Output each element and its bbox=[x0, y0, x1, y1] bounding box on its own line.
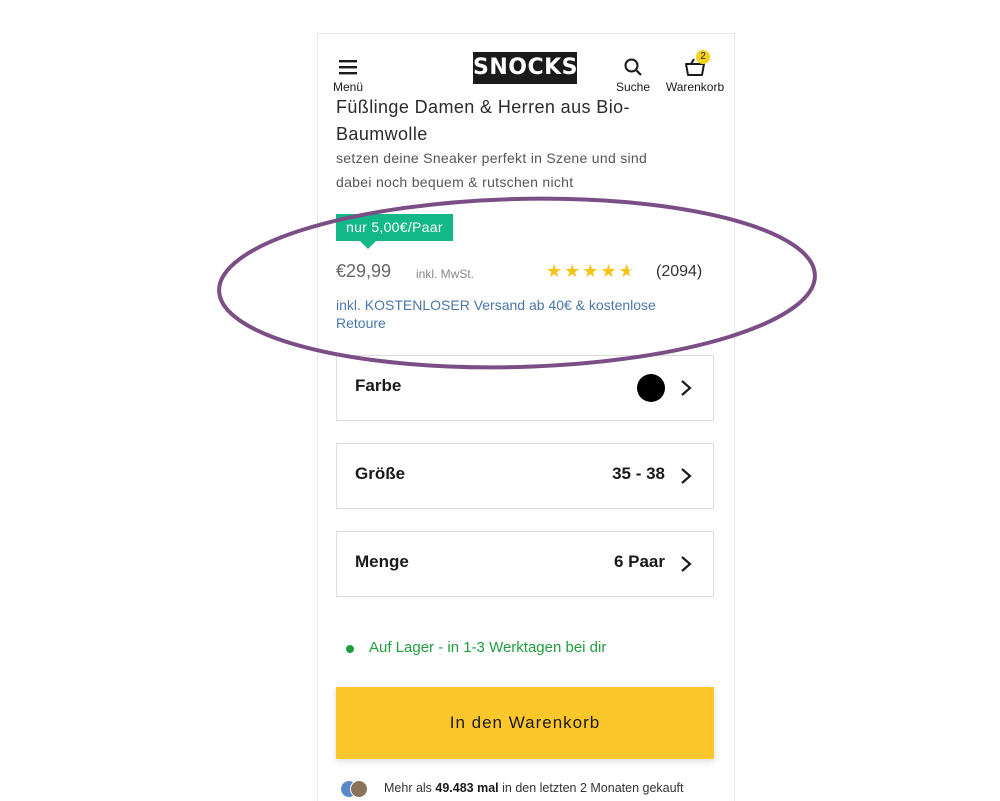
cart-button[interactable]: 2 Warenkorb bbox=[662, 50, 728, 94]
social-proof-suffix: in den letzten 2 Monaten gekauft bbox=[498, 781, 684, 795]
badge-pointer bbox=[360, 241, 376, 249]
star-icon: ★ bbox=[546, 261, 565, 281]
rating-stars[interactable]: ★★★★★ bbox=[546, 261, 637, 282]
menu-label: Menü bbox=[332, 80, 364, 94]
star-icon: ★ bbox=[582, 261, 601, 281]
chevron-right-icon bbox=[681, 556, 692, 572]
search-label: Suche bbox=[615, 80, 651, 94]
avatar bbox=[350, 780, 368, 798]
shipping-info-line-2: Retoure bbox=[336, 315, 386, 331]
shipping-info[interactable]: inkl. KOSTENLOSER Versand ab 40€ & koste… bbox=[336, 296, 696, 332]
cart-count-badge: 2 bbox=[696, 50, 710, 64]
half-star-icon: ★ bbox=[619, 261, 637, 282]
star-icon: ★ bbox=[564, 261, 583, 281]
color-selector-label: Farbe bbox=[355, 376, 402, 395]
purchase-count: 49.483 mal bbox=[435, 781, 499, 795]
color-swatch bbox=[637, 374, 665, 402]
quantity-selector[interactable]: Menge 6 Paar bbox=[336, 531, 714, 597]
social-proof-text: Mehr als 49.483 mal in den letzten 2 Mon… bbox=[384, 781, 684, 795]
top-navigation: Menü SNOCKS Suche 2 Warenkorb bbox=[318, 34, 734, 96]
shipping-info-line-1: inkl. KOSTENLOSER Versand ab 40€ & koste… bbox=[336, 297, 656, 313]
hamburger-menu-icon bbox=[339, 60, 357, 75]
review-count[interactable]: (2094) bbox=[656, 263, 702, 281]
menu-button[interactable]: Menü bbox=[330, 56, 366, 94]
social-proof-prefix: Mehr als bbox=[384, 781, 436, 795]
search-button[interactable]: Suche bbox=[614, 56, 652, 94]
size-selector-label: Größe bbox=[355, 464, 406, 483]
chevron-right-icon bbox=[681, 468, 692, 484]
product-price: €29,99 bbox=[336, 261, 392, 281]
star-icon: ★ bbox=[600, 261, 619, 281]
cart-label: Warenkorb bbox=[665, 80, 725, 94]
product-subtitle: setzen deine Sneaker perfekt in Szene un… bbox=[336, 146, 716, 194]
size-selector[interactable]: Größe 35 - 38 bbox=[336, 443, 714, 509]
quantity-selector-value: 6 Paar bbox=[613, 552, 665, 571]
snocks-logo[interactable]: SNOCKS bbox=[473, 52, 578, 84]
product-page: Menü SNOCKS Suche 2 Warenkorb Füßlinge D… bbox=[317, 33, 735, 801]
search-icon bbox=[624, 58, 642, 76]
product-subtitle-line-1: setzen deine Sneaker perfekt in Szene un… bbox=[336, 150, 648, 166]
quantity-selector-label: Menge bbox=[355, 552, 409, 571]
customer-avatars bbox=[340, 780, 374, 798]
in-stock-dot-icon bbox=[346, 645, 354, 653]
stock-status: Auf Lager - in 1-3 Werktagen bei dir bbox=[369, 639, 607, 656]
product-title-line-2: Baumwolle bbox=[336, 124, 428, 144]
cart-icon-wrapper: 2 bbox=[684, 50, 710, 78]
chevron-right-icon bbox=[681, 380, 692, 396]
vat-note: inkl. MwSt. bbox=[416, 267, 475, 281]
product-title: Füßlinge Damen & Herren aus Bio- Baumwol… bbox=[336, 94, 716, 148]
product-title-line-1: Füßlinge Damen & Herren aus Bio- bbox=[336, 97, 630, 117]
product-subtitle-line-2: dabei noch bequem & rutschen nicht bbox=[336, 174, 574, 190]
per-pair-price-badge: nur 5,00€/Paar bbox=[336, 214, 453, 241]
size-selector-value: 35 - 38 bbox=[612, 464, 665, 483]
add-to-cart-button[interactable]: In den Warenkorb bbox=[336, 687, 714, 759]
color-selector[interactable]: Farbe bbox=[336, 355, 714, 421]
